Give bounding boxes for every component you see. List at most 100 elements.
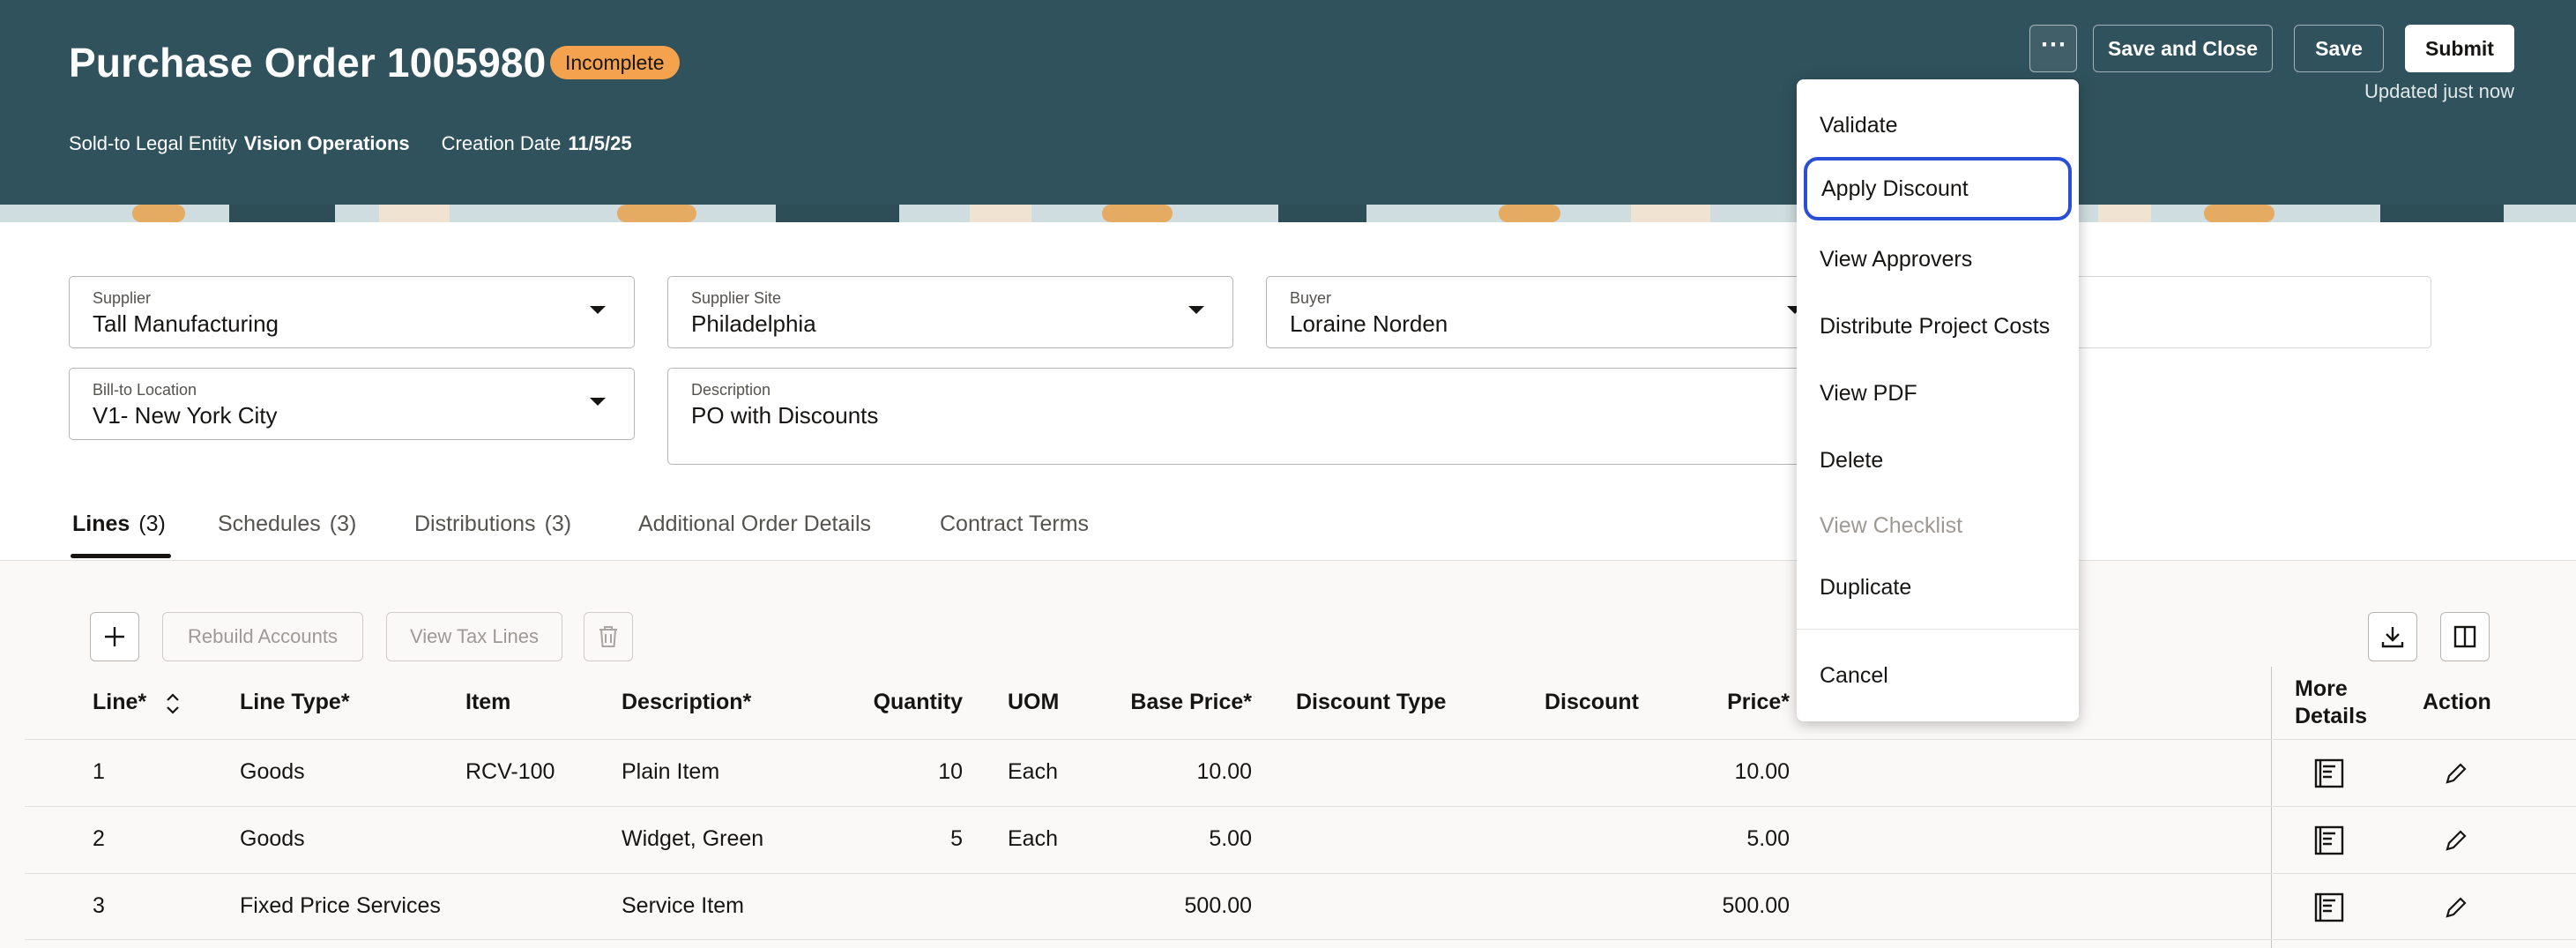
details-icon[interactable] xyxy=(2313,758,2345,789)
buyer-value: Loraine Norden xyxy=(1290,310,1448,337)
updated-status: Updated just now xyxy=(2364,80,2514,102)
cell-line: 1 xyxy=(93,759,105,784)
details-icon[interactable] xyxy=(2313,892,2345,923)
edit-icon[interactable] xyxy=(2444,895,2468,920)
cell-base-price: 5.00 xyxy=(1209,826,1252,851)
menu-item-duplicate[interactable]: Duplicate xyxy=(1797,556,2079,619)
tab-count: (3) xyxy=(138,511,166,536)
edit-icon[interactable] xyxy=(2444,761,2468,786)
supplier-site-label: Supplier Site xyxy=(691,289,782,307)
tab-label: Lines xyxy=(72,511,130,536)
tab-distributions[interactable]: Distributions (3) xyxy=(414,511,571,537)
tab-additional-order-details[interactable]: Additional Order Details xyxy=(638,511,871,537)
header-meta: Sold-to Legal Entity Vision Operations Cre… xyxy=(69,132,632,155)
supplier-select[interactable]: Supplier Tall Manufacturing xyxy=(69,276,635,348)
menu-item-distribute-project-costs[interactable]: Distribute Project Costs xyxy=(1797,295,2079,358)
sold-to-label: Sold-to Legal Entity xyxy=(69,132,237,154)
view-tax-lines-button[interactable]: View Tax Lines xyxy=(386,612,562,661)
menu-item-view-pdf[interactable]: View PDF xyxy=(1797,362,2079,425)
page-title: Purchase Order 1005980 xyxy=(69,40,547,86)
tab-label: Contract Terms xyxy=(940,511,1090,536)
cell-description: Widget, Green xyxy=(622,826,764,851)
creation-date-value: 11/5/25 xyxy=(568,132,632,154)
col-description[interactable]: Description* xyxy=(622,690,751,715)
menu-item-apply-discount[interactable]: Apply Discount xyxy=(1804,157,2072,220)
tab-label: Schedules xyxy=(218,511,321,536)
download-icon xyxy=(2381,627,2404,648)
chevron-down-icon xyxy=(590,398,606,406)
col-action: Action xyxy=(2423,690,2491,714)
col-discount-type[interactable]: Discount Type xyxy=(1296,690,1446,715)
table-row[interactable]: 1 Goods RCV-100 Plain Item 10 Each 10.00… xyxy=(25,739,2576,806)
buyer-select[interactable]: Buyer Loraine Norden xyxy=(1266,276,1832,348)
sort-icon[interactable] xyxy=(165,691,181,716)
col-uom[interactable]: UOM xyxy=(1008,690,1059,715)
table-row[interactable]: 2 Goods Widget, Green 5 Each 5.00 5.00 xyxy=(25,806,2576,873)
chevron-down-icon xyxy=(590,306,606,314)
tab-contract-terms[interactable]: Contract Terms xyxy=(940,511,1089,537)
cell-price: 10.00 xyxy=(1734,759,1790,784)
cell-base-price: 10.00 xyxy=(1196,759,1252,784)
edit-icon[interactable] xyxy=(2444,828,2468,853)
cell-uom: Each xyxy=(1008,826,1058,851)
bill-to-value: V1- New York City xyxy=(93,402,278,429)
cell-line: 2 xyxy=(93,826,105,851)
cell-line-type: Goods xyxy=(240,759,305,784)
table-row[interactable]: 3 Fixed Price Services Service Item 500.… xyxy=(25,873,2576,940)
col-discount[interactable]: Discount xyxy=(1545,690,1639,715)
cell-quantity: 10 xyxy=(938,759,963,784)
cell-price: 500.00 xyxy=(1722,893,1790,918)
rebuild-accounts-button[interactable]: Rebuild Accounts xyxy=(162,612,363,661)
tab-bar: Lines (3) Schedules (3) Distributions (3) A… xyxy=(0,494,2576,561)
delete-line-button[interactable] xyxy=(584,612,633,661)
description-value: PO with Discounts xyxy=(691,402,879,429)
columns-button[interactable] xyxy=(2440,612,2490,661)
save-button[interactable]: Save xyxy=(2294,25,2384,72)
chevron-down-icon xyxy=(1188,306,1204,314)
cell-line-type: Goods xyxy=(240,826,305,851)
add-line-button[interactable] xyxy=(90,612,139,661)
cell-item: RCV-100 xyxy=(465,759,555,784)
col-base-price[interactable]: Base Price* xyxy=(1102,690,1252,715)
bill-to-label: Bill-to Location xyxy=(93,381,197,399)
save-and-close-button[interactable]: Save and Close xyxy=(2093,25,2273,72)
supplier-label: Supplier xyxy=(93,289,152,307)
col-price[interactable]: Price* xyxy=(1675,690,1790,715)
submit-button[interactable]: Submit xyxy=(2405,25,2514,72)
menu-item-cancel[interactable]: Cancel xyxy=(1797,644,2079,707)
ellipsis-icon: ⋯ xyxy=(2040,30,2066,59)
bill-to-location-select[interactable]: Bill-to Location V1- New York City xyxy=(69,368,635,440)
menu-item-view-approvers[interactable]: View Approvers xyxy=(1797,228,2079,291)
cell-uom: Each xyxy=(1008,759,1058,784)
col-line-type[interactable]: Line Type* xyxy=(240,690,350,715)
cell-description: Service Item xyxy=(622,893,744,918)
col-quantity[interactable]: Quantity xyxy=(839,690,963,715)
details-icon[interactable] xyxy=(2313,825,2345,856)
download-button[interactable] xyxy=(2368,612,2417,661)
tab-count: (3) xyxy=(329,511,357,536)
supplier-site-select[interactable]: Supplier Site Philadelphia xyxy=(667,276,1233,348)
col-item[interactable]: Item xyxy=(465,690,510,715)
menu-divider xyxy=(1797,629,2079,630)
menu-item-view-checklist: View Checklist xyxy=(1820,513,1963,538)
description-label: Description xyxy=(691,381,771,399)
tab-count: (3) xyxy=(544,511,572,536)
trash-icon xyxy=(599,626,617,647)
col-label: Line* xyxy=(93,690,147,714)
columns-icon xyxy=(2453,625,2476,648)
menu-item-delete[interactable]: Delete xyxy=(1797,429,2079,492)
cell-base-price: 500.00 xyxy=(1184,893,1252,918)
more-actions-button[interactable]: ⋯ xyxy=(2029,25,2077,72)
tab-schedules[interactable]: Schedules (3) xyxy=(218,511,356,537)
cell-quantity: 5 xyxy=(950,826,963,851)
cell-line-type: Fixed Price Services xyxy=(240,893,441,918)
decorative-banner xyxy=(0,205,2576,222)
tab-lines[interactable]: Lines (3) xyxy=(72,511,166,537)
cell-description: Plain Item xyxy=(622,759,720,784)
menu-item-validate[interactable]: Validate xyxy=(1797,93,2079,157)
more-actions-menu: Validate Apply Discount View Approvers D… xyxy=(1797,79,2079,721)
col-line[interactable]: Line* xyxy=(93,690,146,715)
plus-icon xyxy=(105,627,124,646)
description-field[interactable]: Description PO with Discounts xyxy=(667,368,1858,465)
tab-label: Distributions xyxy=(414,511,536,536)
